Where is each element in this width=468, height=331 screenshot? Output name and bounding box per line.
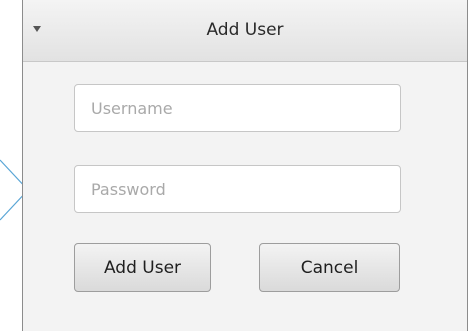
panel-title: Add User [206,20,284,40]
add-user-button[interactable]: Add User [74,243,211,292]
username-input[interactable] [74,84,401,132]
add-user-panel: Add User Add User Cancel [22,0,468,331]
cancel-button[interactable]: Cancel [259,243,400,292]
password-input[interactable] [74,165,401,213]
panel-titlebar[interactable]: Add User [23,0,467,62]
